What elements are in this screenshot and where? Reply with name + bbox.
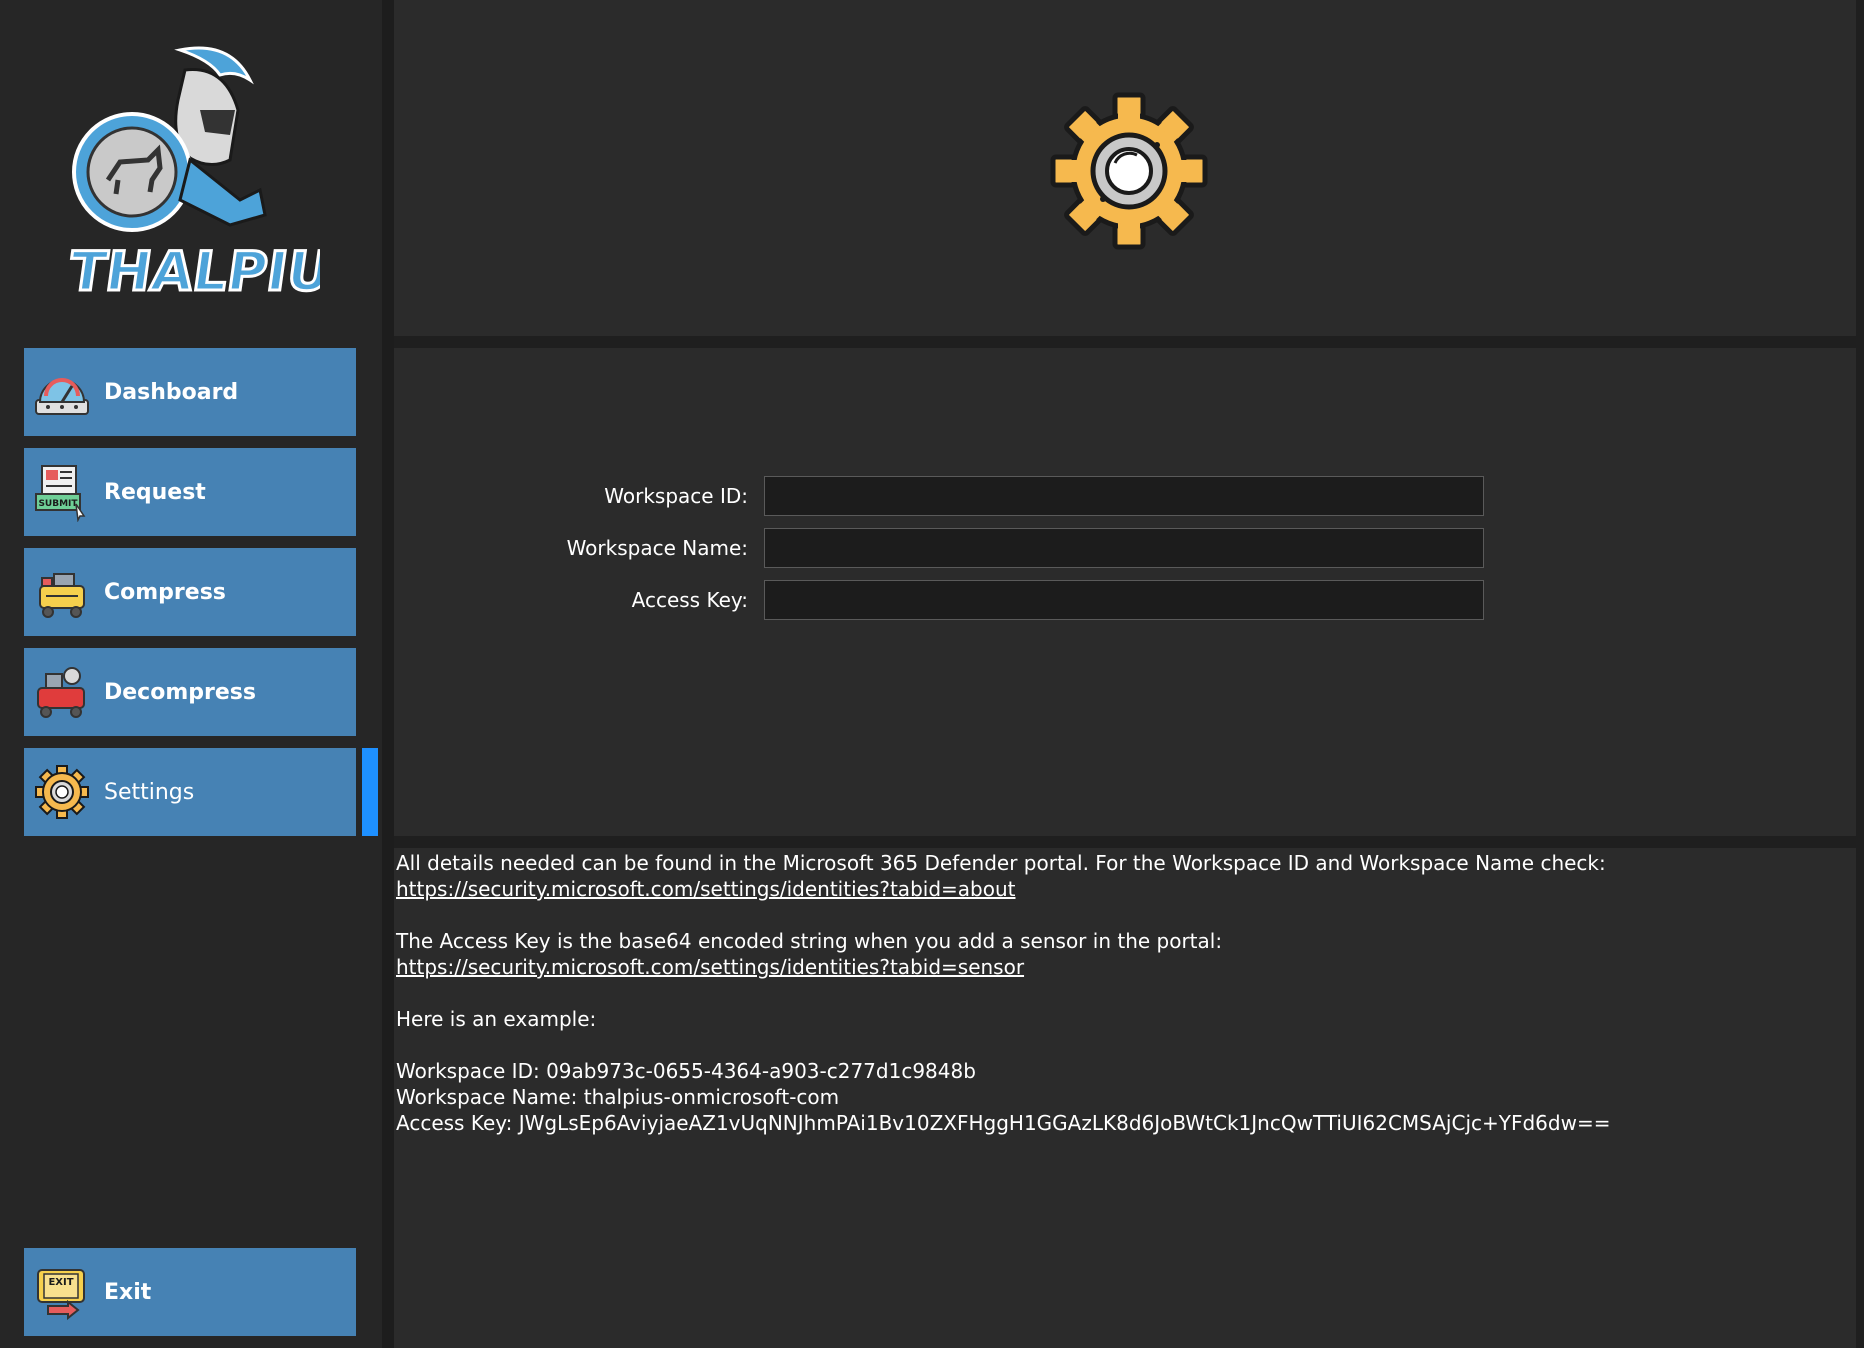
- settings-gear-icon: [1050, 92, 1208, 250]
- decompressor-icon: [37, 667, 85, 718]
- info-text-1: All details needed can be found in the M…: [396, 851, 1606, 875]
- access-key-row: Access Key:: [394, 580, 1856, 622]
- nav-compress-button[interactable]: Compress: [24, 548, 356, 636]
- workspace-id-label: Workspace ID:: [604, 484, 748, 508]
- workspace-id-row: Workspace ID:: [394, 476, 1856, 518]
- sidebar: THALPIUS Dashboard SUBMIT Request Compre…: [0, 0, 382, 1348]
- workspace-name-row: Workspace Name:: [394, 528, 1856, 570]
- sensor-identities-link[interactable]: https://security.microsoft.com/settings/…: [396, 955, 1024, 979]
- nav-exit-button[interactable]: EXIT Exit: [24, 1248, 356, 1336]
- nav-request-label: Request: [104, 479, 206, 505]
- logo-text: THALPIUS: [65, 240, 320, 303]
- example-workspace-name: Workspace Name: thalpius-onmicrosoft-com: [396, 1085, 840, 1109]
- thalpius-logo: THALPIUS: [64, 46, 320, 304]
- svg-text:SUBMIT: SUBMIT: [38, 499, 78, 509]
- dashboard-gauge-icon: [35, 378, 89, 415]
- svg-text:EXIT: EXIT: [48, 1277, 73, 1288]
- info-text-3: Here is an example:: [396, 1007, 597, 1031]
- workspace-id-input[interactable]: [764, 476, 1484, 516]
- nav-decompress-button[interactable]: Decompress: [24, 648, 356, 736]
- access-key-label: Access Key:: [631, 588, 748, 612]
- info-panel: All details needed can be found in the M…: [394, 848, 1856, 1348]
- access-key-input[interactable]: [764, 580, 1484, 620]
- nav-settings-button[interactable]: Settings: [24, 748, 356, 836]
- nav-request-button[interactable]: SUBMIT Request: [24, 448, 356, 536]
- compressor-icon: [39, 573, 85, 618]
- example-workspace-id: Workspace ID: 09ab973c-0655-4364-a903-c2…: [396, 1059, 976, 1083]
- nav-dashboard-button[interactable]: Dashboard: [24, 348, 356, 436]
- settings-form-panel: Workspace ID: Workspace Name: Access Key…: [394, 348, 1856, 836]
- active-nav-indicator: [362, 748, 378, 836]
- settings-gear-icon: [35, 765, 89, 819]
- nav-compress-label: Compress: [104, 579, 226, 605]
- nav-decompress-label: Decompress: [104, 679, 256, 705]
- about-identities-link[interactable]: https://security.microsoft.com/settings/…: [396, 877, 1015, 901]
- nav-dashboard-label: Dashboard: [104, 379, 239, 405]
- example-access-key: Access Key: JWgLsEp6AviyjaeAZ1vUqNNJhmPA…: [396, 1111, 1611, 1135]
- info-text-2: The Access Key is the base64 encoded str…: [396, 929, 1223, 953]
- header-panel: [394, 0, 1856, 336]
- workspace-name-label: Workspace Name:: [566, 536, 748, 560]
- workspace-name-input[interactable]: [764, 528, 1484, 568]
- exit-sign-icon: EXIT: [37, 1269, 85, 1321]
- submit-form-icon: SUBMIT: [35, 465, 86, 522]
- sidebar-divider: [382, 0, 394, 1348]
- nav-exit-label: Exit: [104, 1279, 152, 1305]
- nav-settings-label: Settings: [104, 779, 195, 805]
